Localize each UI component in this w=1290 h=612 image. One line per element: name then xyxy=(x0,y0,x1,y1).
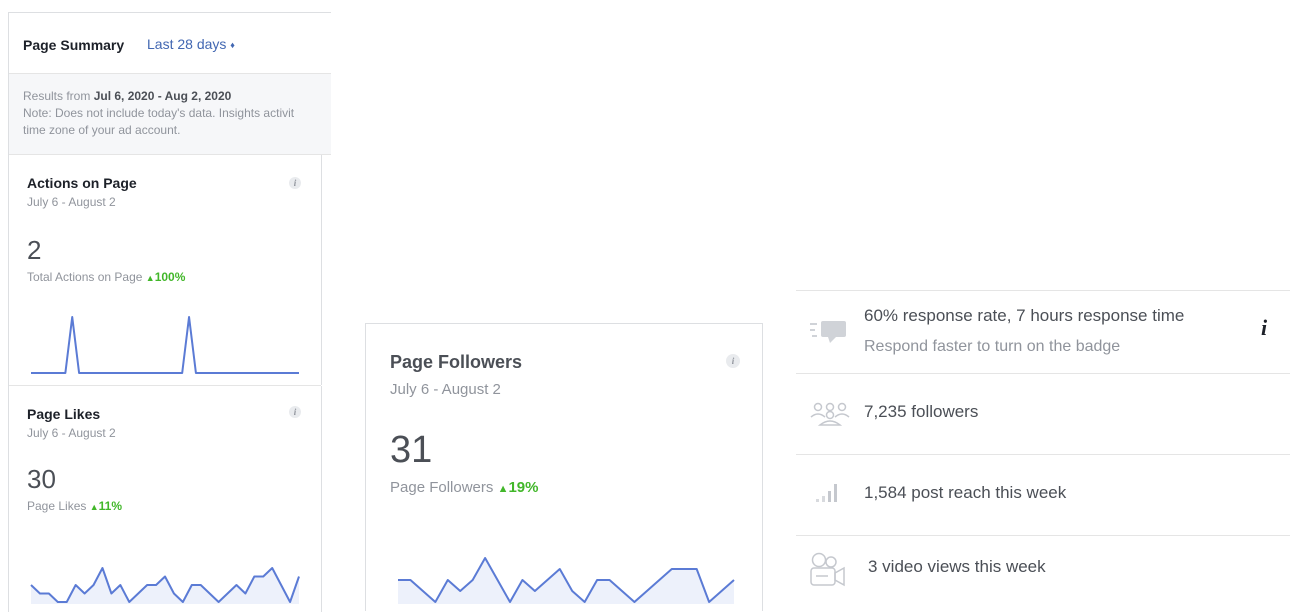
card-date-range: July 6 - August 2 xyxy=(27,426,116,440)
results-dates: Jul 6, 2020 - Aug 2, 2020 xyxy=(93,89,232,103)
note-line-1: Note: Does not include today's data. Ins… xyxy=(23,106,295,120)
info-icon[interactable]: i xyxy=(289,406,301,418)
video-camera-icon xyxy=(810,552,845,587)
message-icon xyxy=(810,321,846,343)
card-value: 2 xyxy=(27,235,42,265)
card-title: Page Followers xyxy=(390,352,523,372)
page-summary-panel: Page Summary Last 28 days ♦ Results from… xyxy=(8,12,331,612)
page-followers-card[interactable]: Page Followers i July 6 - August 2 31 Pa… xyxy=(365,323,763,611)
people-icon xyxy=(810,402,850,426)
actions-sparkline xyxy=(31,316,299,374)
post-reach-row: 1,584 post reach this week xyxy=(796,455,1290,535)
sort-arrows-icon: ♦ xyxy=(230,40,235,50)
up-arrow-icon: ▲ xyxy=(89,502,99,512)
card-title: Actions on Page xyxy=(27,175,137,191)
date-range-label: Last 28 days xyxy=(147,36,227,52)
change-percent: 11% xyxy=(98,499,122,513)
card-date-range: July 6 - August 2 xyxy=(390,381,501,398)
bar-chart-icon xyxy=(816,484,837,502)
page-summary-title: Page Summary xyxy=(23,37,125,53)
response-rate-row[interactable]: 60% response rate, 7 hours response time… xyxy=(796,291,1290,373)
video-views-row: 3 video views this week xyxy=(796,536,1290,611)
info-icon[interactable]: i xyxy=(289,177,301,189)
followers-count-text: 7,235 followers xyxy=(864,402,979,421)
video-views-text: 3 video views this week xyxy=(868,557,1046,576)
sparkline-area xyxy=(31,568,299,604)
info-icon[interactable]: i xyxy=(726,354,740,368)
sparkline-line xyxy=(31,316,299,374)
actions-on-page-card[interactable]: Actions on Page i July 6 - August 2 2 To… xyxy=(9,155,322,385)
page-likes-card[interactable]: Page Likes i July 6 - August 2 30 Page L… xyxy=(9,386,322,612)
likes-sparkline xyxy=(30,567,300,604)
followers-sparkline xyxy=(398,557,735,604)
results-info: Results from Jul 6, 2020 - Aug 2, 2020 N… xyxy=(9,74,331,154)
response-sub-text: Respond faster to turn on the badge xyxy=(864,338,1121,355)
metric-label: Page Likes xyxy=(27,499,87,513)
results-prefix: Results from xyxy=(23,89,94,103)
date-range-select[interactable]: Last 28 days ♦ xyxy=(147,36,235,52)
metric-label: Page Followers xyxy=(390,479,494,496)
info-icon[interactable]: i xyxy=(1261,315,1267,341)
change-percent: 19% xyxy=(508,479,539,496)
card-date-range: July 6 - August 2 xyxy=(27,195,116,209)
card-value: 31 xyxy=(390,429,433,471)
card-title: Page Likes xyxy=(27,406,101,422)
card-value: 30 xyxy=(27,464,56,494)
note-line-2: time zone of your ad account. xyxy=(23,123,181,137)
page-stats-list: 60% response rate, 7 hours response time… xyxy=(796,290,1290,611)
up-arrow-icon: ▲ xyxy=(497,483,509,495)
change-percent: 100% xyxy=(154,270,186,284)
response-rate-text: 60% response rate, 7 hours response time xyxy=(864,306,1185,325)
post-reach-text: 1,584 post reach this week xyxy=(864,483,1067,502)
metric-label: Total Actions on Page xyxy=(27,270,143,284)
up-arrow-icon: ▲ xyxy=(145,273,155,283)
followers-row: 7,235 followers xyxy=(796,374,1290,454)
